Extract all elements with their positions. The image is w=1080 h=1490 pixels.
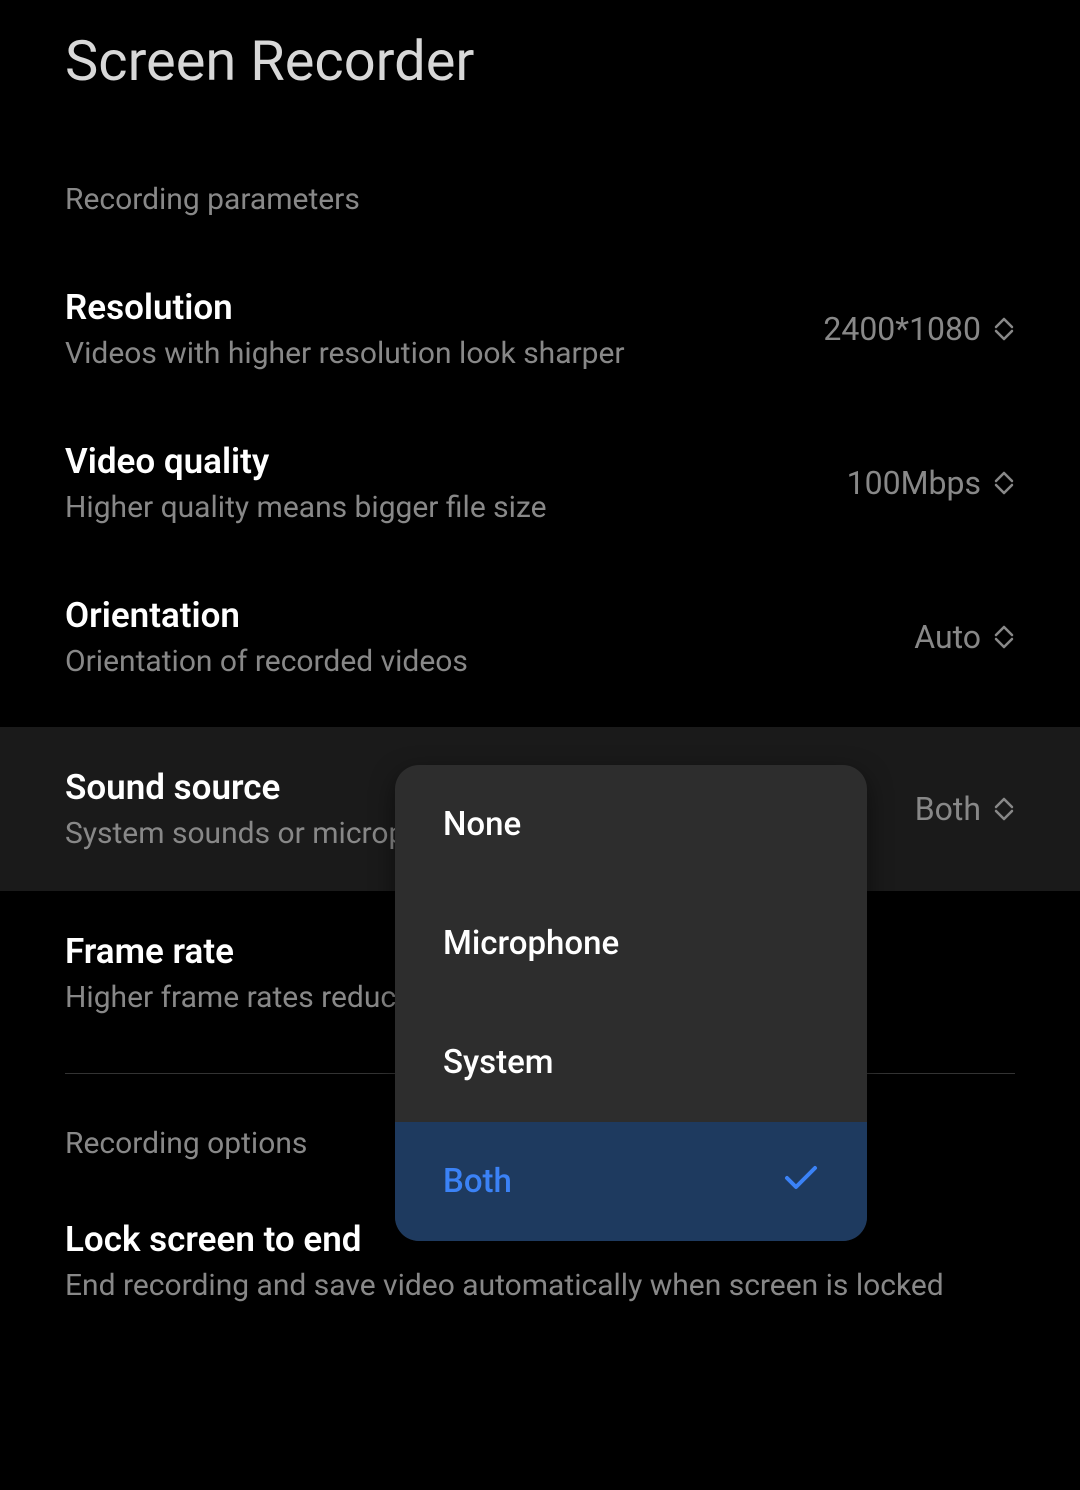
popup-option-both[interactable]: Both: [395, 1122, 867, 1241]
setting-subtitle: End recording and save video automatical…: [65, 1268, 1015, 1303]
setting-resolution[interactable]: Resolution Videos with higher resolution…: [0, 287, 1080, 371]
setting-orientation[interactable]: Orientation Orientation of recorded vide…: [0, 595, 1080, 679]
popup-option-label: Microphone: [443, 924, 619, 963]
setting-title: Orientation: [65, 595, 914, 636]
setting-value: 100Mbps: [847, 464, 981, 502]
setting-left: Resolution Videos with higher resolution…: [65, 287, 823, 371]
setting-value: 2400*1080: [823, 310, 981, 348]
page-title: Screen Recorder: [0, 0, 1080, 94]
popup-option-label: None: [443, 805, 521, 844]
setting-subtitle: Videos with higher resolution look sharp…: [65, 336, 823, 371]
setting-value: Both: [915, 790, 981, 828]
chevron-updown-icon: [993, 625, 1015, 649]
setting-title: Resolution: [65, 287, 823, 328]
setting-right: 100Mbps: [847, 464, 1015, 502]
setting-subtitle: Higher quality means bigger file size: [65, 490, 847, 525]
popup-option-none[interactable]: None: [395, 765, 867, 884]
setting-right: Both: [915, 790, 1015, 828]
setting-right: 2400*1080: [823, 310, 1015, 348]
setting-value: Auto: [914, 618, 981, 656]
popup-option-label: System: [443, 1043, 554, 1082]
setting-left: Orientation Orientation of recorded vide…: [65, 595, 914, 679]
sound-source-popup: None Microphone System Both: [395, 765, 867, 1241]
setting-title: Video quality: [65, 441, 847, 482]
checkmark-icon: [783, 1162, 819, 1201]
popup-option-system[interactable]: System: [395, 1003, 867, 1122]
setting-subtitle: Orientation of recorded videos: [65, 644, 914, 679]
setting-right: Auto: [914, 618, 1015, 656]
chevron-updown-icon: [993, 797, 1015, 821]
section-header-parameters: Recording parameters: [0, 182, 1080, 217]
chevron-updown-icon: [993, 317, 1015, 341]
popup-option-label: Both: [443, 1162, 512, 1201]
chevron-updown-icon: [993, 471, 1015, 495]
setting-left: Video quality Higher quality means bigge…: [65, 441, 847, 525]
setting-video-quality[interactable]: Video quality Higher quality means bigge…: [0, 441, 1080, 525]
popup-option-microphone[interactable]: Microphone: [395, 884, 867, 1003]
